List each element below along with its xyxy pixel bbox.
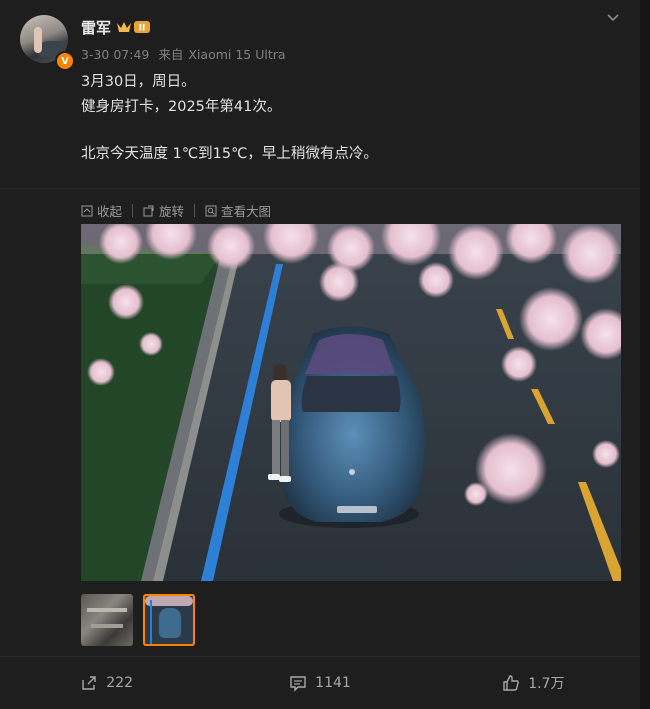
comment-count: 1141: [315, 675, 351, 691]
post-text-line: 北京今天温度 1℃到15℃，早上稍微有点冷。: [81, 146, 378, 162]
weibo-post-card: V 雷军 II 3-30 07:49 来自 Xiaomi 15 Ultra 3月3…: [0, 0, 640, 709]
like-button[interactable]: 1.7万: [427, 673, 640, 693]
gym-photo-thumbnail[interactable]: [81, 594, 133, 646]
post-text-line: 3月30日，周日。: [81, 74, 196, 90]
author-name[interactable]: 雷军: [81, 17, 111, 38]
image-toolbar: 收起 旋转 查看大图: [81, 201, 271, 220]
rotate-label: 旋转: [159, 204, 185, 219]
comment-button[interactable]: 1141: [213, 674, 426, 692]
repost-button[interactable]: 222: [0, 674, 213, 692]
post-timestamp[interactable]: 3-30 07:49: [81, 47, 149, 62]
comment-icon: [290, 676, 306, 692]
thumbs-up-icon: [503, 675, 520, 691]
rotate-button[interactable]: 旋转: [143, 201, 184, 220]
magnify-icon: [205, 205, 217, 216]
thumbnail-shape: [91, 624, 123, 628]
collapse-button[interactable]: 收起: [81, 201, 122, 220]
crown-level-badge-icon[interactable]: II: [115, 19, 153, 35]
chevron-down-icon[interactable]: [606, 12, 620, 24]
post-source-prefix: 来自: [158, 47, 184, 62]
post-text-line: 健身房打卡，2025年第41次。: [81, 99, 282, 115]
post-content: 3月30日，周日。 健身房打卡，2025年第41次。 北京今天温度 1℃到15℃…: [81, 70, 378, 167]
avatar-person-shape: [34, 27, 42, 53]
collapse-label: 收起: [97, 204, 123, 219]
thumbnail-shape: [87, 608, 127, 612]
thumbnail-strip: [81, 594, 195, 646]
toolbar-separator: [194, 204, 196, 217]
post-source-device[interactable]: Xiaomi 15 Ultra: [188, 47, 285, 62]
toolbar-separator: [132, 204, 134, 217]
repost-icon: [82, 676, 96, 690]
collapse-icon: [81, 205, 93, 216]
car-photo-thumbnail[interactable]: [143, 594, 195, 646]
like-count: 1.7万: [528, 676, 565, 692]
divider: [0, 188, 640, 189]
view-large-button[interactable]: 查看大图: [205, 201, 271, 220]
page-gutter: [640, 0, 650, 709]
crown-level-text: II: [139, 24, 146, 34]
rotate-icon: [143, 205, 154, 216]
photo-scene: [81, 224, 621, 581]
post-text-blank-line: [81, 120, 378, 142]
post-main-photo[interactable]: [81, 224, 621, 581]
thumbnail-selected-ring: [143, 594, 195, 646]
view-large-label: 查看大图: [221, 204, 272, 219]
post-meta: 3-30 07:49 来自 Xiaomi 15 Ultra: [81, 44, 291, 63]
repost-count: 222: [106, 675, 134, 691]
verified-badge-icon: V: [55, 51, 75, 71]
action-bar: 222 1141 1.7万: [0, 657, 640, 709]
